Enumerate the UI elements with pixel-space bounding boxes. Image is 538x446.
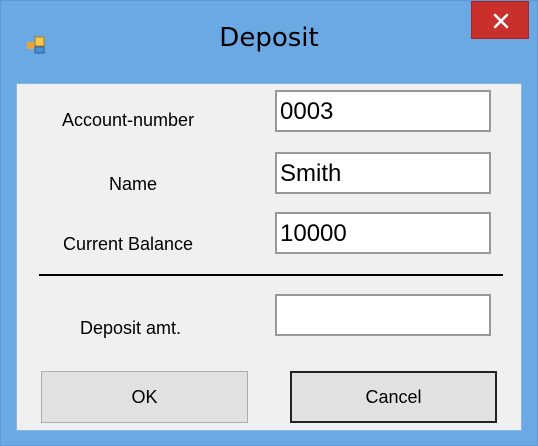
cancel-button[interactable]: Cancel: [290, 371, 497, 423]
current-balance-label: Current Balance: [63, 234, 194, 254]
close-icon: [493, 13, 509, 29]
dialog-body: Account-number Name Current Balance Depo…: [16, 83, 522, 431]
current-balance-field[interactable]: [275, 212, 491, 254]
account-number-field[interactable]: [275, 90, 491, 132]
account-number-label: Account-number: [62, 110, 195, 130]
deposit-amount-field[interactable]: [275, 294, 491, 336]
ok-button[interactable]: OK: [41, 371, 248, 423]
close-button[interactable]: [471, 1, 529, 39]
divider: [39, 274, 503, 276]
title-bar[interactable]: Deposit: [1, 1, 537, 83]
window-title: Deposit: [219, 23, 319, 53]
name-label: Name: [109, 174, 158, 194]
deposit-amount-label: Deposit amt.: [80, 318, 182, 338]
name-field[interactable]: [275, 152, 491, 194]
deposit-dialog: Deposit Account-number Name Current Bala…: [0, 0, 538, 446]
